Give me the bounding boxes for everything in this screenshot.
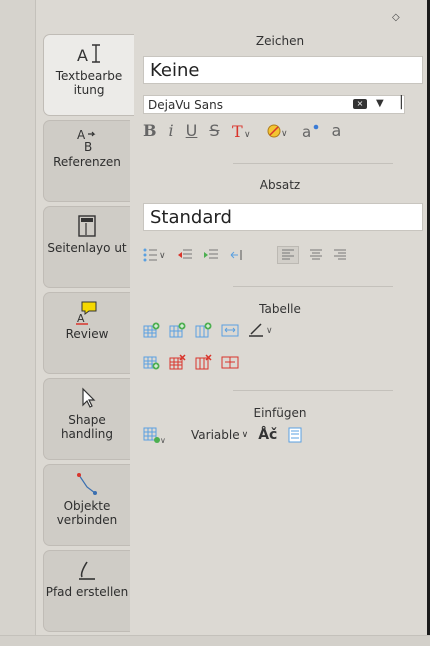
section-title-zeichen: Zeichen bbox=[255, 34, 305, 48]
svg-text:∨: ∨ bbox=[159, 251, 166, 261]
text-cursor-icon: A bbox=[77, 44, 100, 65]
tab-references[interactable]: A B Referenzen bbox=[43, 120, 130, 202]
variable-dropdown[interactable]: Variable ∨ bbox=[191, 428, 248, 442]
clear-font-icon[interactable]: × bbox=[353, 99, 367, 109]
insert-columns-after-icon[interactable] bbox=[195, 322, 213, 338]
table-toolbar-row-1: ∨ bbox=[143, 322, 277, 338]
bullet-list-icon[interactable]: ∨ bbox=[143, 247, 167, 263]
tab-label: Pfad erstellen bbox=[45, 585, 129, 599]
superscript-icon[interactable]: a bbox=[302, 122, 320, 140]
italic-icon[interactable]: i bbox=[169, 121, 174, 140]
comment-icon: A bbox=[76, 301, 97, 325]
delete-rows-icon[interactable] bbox=[169, 354, 187, 370]
tab-review[interactable]: A Review bbox=[43, 292, 130, 374]
insert-rows-above-icon[interactable] bbox=[143, 322, 161, 338]
tab-label: Shape handling bbox=[60, 413, 114, 441]
paragraph-style-field[interactable]: Standard bbox=[143, 203, 423, 231]
section-separator bbox=[233, 163, 393, 164]
chevron-down-icon: ∨ bbox=[241, 430, 249, 440]
section-title-einfuegen: Einfügen bbox=[253, 406, 307, 420]
subscript-icon[interactable]: a bbox=[332, 121, 342, 140]
svg-text:∨: ∨ bbox=[266, 326, 273, 336]
page-layout-icon bbox=[78, 215, 96, 237]
bottom-bar bbox=[0, 635, 430, 646]
align-left-icon[interactable] bbox=[277, 246, 299, 264]
variable-label: Variable bbox=[191, 428, 240, 442]
connector-icon bbox=[77, 473, 97, 495]
tab-create-path[interactable]: Pfad erstellen bbox=[43, 550, 130, 632]
path-icon bbox=[79, 561, 95, 580]
special-character-icon[interactable]: Åč bbox=[258, 427, 277, 443]
underline-icon[interactable]: U bbox=[186, 121, 198, 140]
insert-toolbar: ∨ Variable ∨ Åč bbox=[143, 426, 303, 444]
section-title-absatz: Absatz bbox=[259, 178, 301, 192]
left-docker-strip bbox=[0, 0, 36, 646]
increase-indent-icon[interactable] bbox=[203, 247, 219, 263]
tab-connect-objects[interactable]: Objekte verbinden bbox=[43, 464, 130, 546]
reference-icon: A B bbox=[77, 128, 96, 153]
merge-cells-icon[interactable] bbox=[221, 322, 239, 338]
font-dropdown-chevron-icon[interactable]: ▼ bbox=[376, 98, 384, 109]
align-right-icon[interactable] bbox=[333, 248, 347, 262]
svg-text:∨: ∨ bbox=[281, 129, 288, 139]
character-format-toolbar: B i U S T ∨ ∨ a a bbox=[143, 121, 341, 140]
tab-label: Textbearbe itung bbox=[55, 69, 123, 97]
svg-text:T: T bbox=[232, 122, 243, 140]
tab-page-layout[interactable]: Seitenlayo ut bbox=[43, 206, 130, 288]
insert-columns-before-icon[interactable] bbox=[169, 322, 187, 338]
align-center-icon[interactable] bbox=[309, 248, 323, 262]
strikethrough-icon[interactable]: S bbox=[209, 121, 219, 140]
tab-label: Review bbox=[65, 327, 109, 341]
delete-columns-icon[interactable] bbox=[195, 354, 213, 370]
insert-table-icon[interactable]: ∨ bbox=[143, 426, 165, 444]
character-style-field[interactable]: Keine bbox=[143, 56, 423, 84]
border-style-icon[interactable]: ∨ bbox=[247, 322, 277, 338]
highlight-icon[interactable]: ∨ bbox=[266, 122, 290, 140]
tab-label: Referenzen bbox=[53, 155, 121, 169]
svg-text:∨: ∨ bbox=[244, 130, 251, 140]
svg-text:A: A bbox=[77, 46, 88, 65]
tab-text-editing[interactable]: A Textbearbe itung bbox=[43, 34, 134, 116]
svg-text:B: B bbox=[84, 140, 92, 153]
tab-label: Objekte verbinden bbox=[56, 499, 118, 527]
insert-rows-below-icon[interactable] bbox=[143, 354, 161, 370]
svg-text:a: a bbox=[302, 123, 311, 140]
section-separator bbox=[233, 390, 393, 391]
bold-icon[interactable]: B bbox=[143, 121, 157, 140]
section-separator bbox=[233, 286, 393, 287]
tab-label: Seitenlayo ut bbox=[47, 241, 127, 255]
collapse-icon[interactable]: ◇ bbox=[392, 12, 400, 23]
insert-footnote-icon[interactable] bbox=[287, 427, 303, 443]
paragraph-format-toolbar: ∨ bbox=[143, 246, 347, 264]
font-color-icon[interactable]: T ∨ bbox=[232, 122, 254, 140]
svg-text:∨: ∨ bbox=[160, 436, 165, 444]
pointer-icon bbox=[82, 387, 96, 408]
table-toolbar-row-2 bbox=[143, 354, 239, 370]
svg-text:A: A bbox=[77, 312, 85, 325]
font-size-field-edge[interactable]: | bbox=[399, 94, 404, 110]
tab-shape-handling[interactable]: Shape handling bbox=[43, 378, 130, 460]
decrease-indent-icon[interactable] bbox=[177, 247, 193, 263]
split-cells-icon[interactable] bbox=[221, 354, 239, 370]
paragraph-direction-icon[interactable] bbox=[229, 247, 245, 263]
section-title-tabelle: Tabelle bbox=[259, 302, 301, 316]
